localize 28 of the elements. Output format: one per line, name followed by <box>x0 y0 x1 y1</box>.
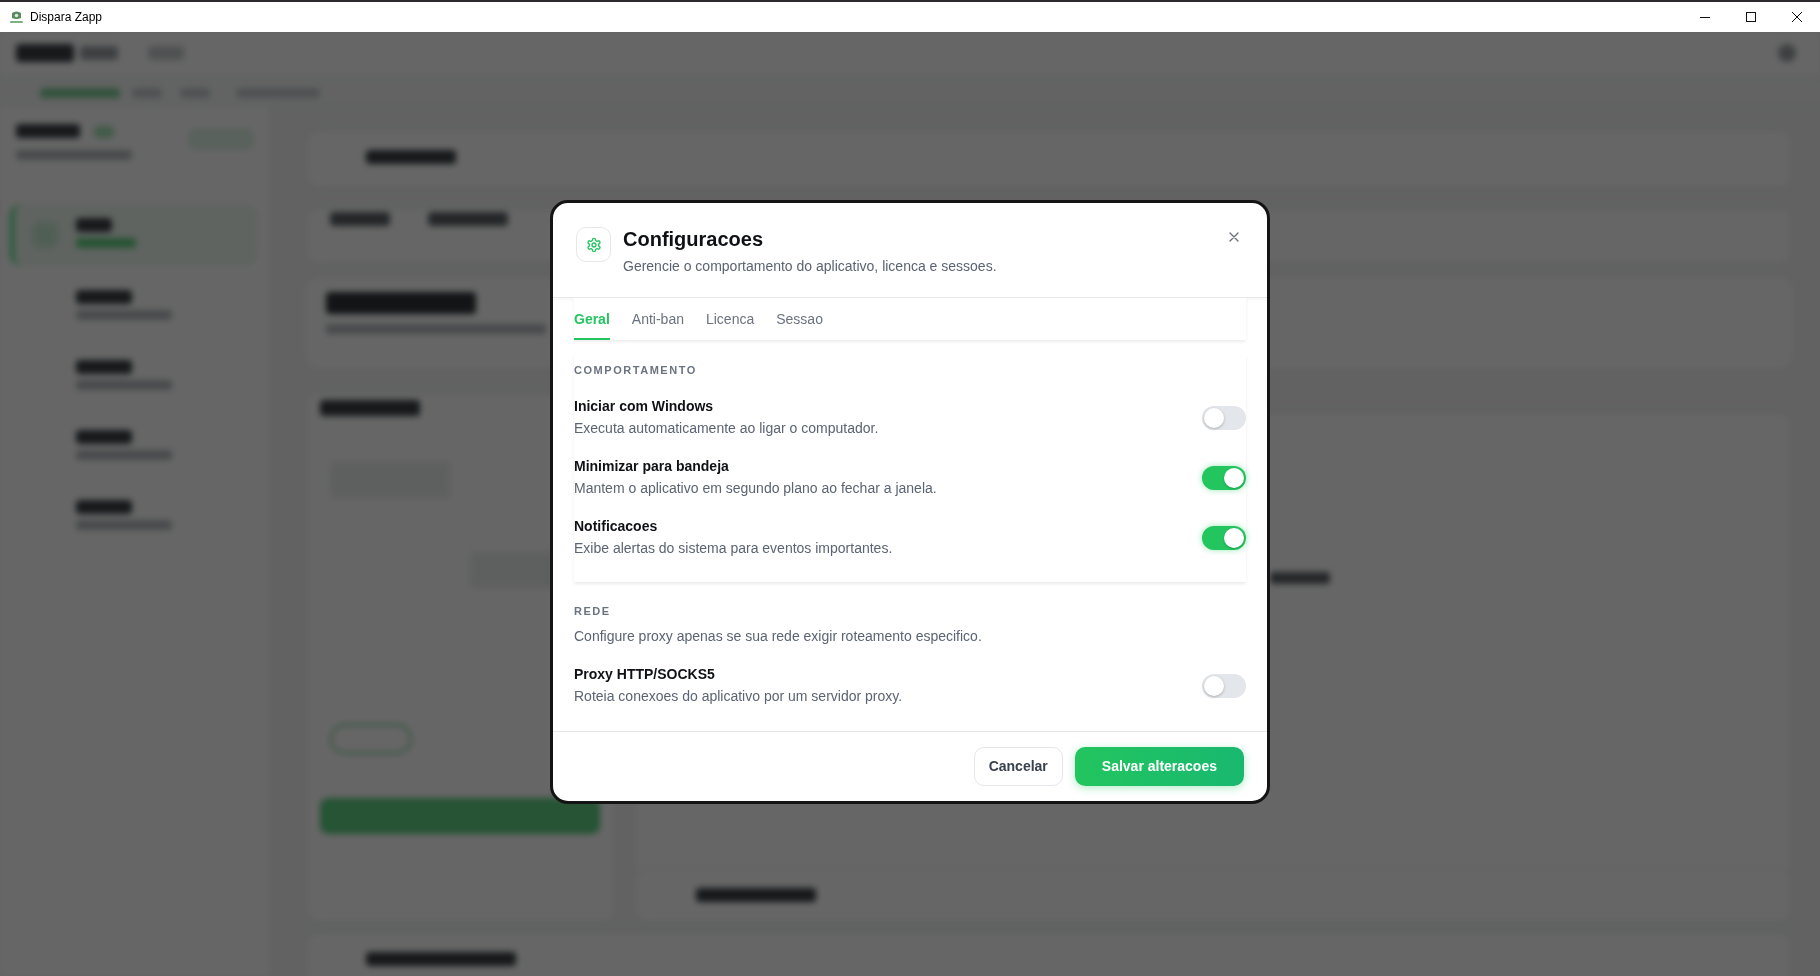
section-description: Configure proxy apenas se sua rede exigir roteamento especifico. <box>574 627 983 646</box>
cancel-button[interactable]: Cancelar <box>973 747 1063 786</box>
toggle-switch[interactable] <box>1202 525 1246 550</box>
toggle-switch[interactable] <box>1202 405 1246 430</box>
setting-description: Mantem o aplicativo em segundo plano ao fechar a janela. <box>574 479 937 498</box>
dialog-subtitle: Gerencie o comportamento do aplicativo, licenca e sessoes. <box>623 257 997 276</box>
section-heading: COMPORTAMENTO <box>574 363 698 377</box>
setting-title: Minimizar para bandeja <box>574 457 730 475</box>
section-heading: REDE <box>574 604 612 618</box>
setting-description: Executa automaticamente ao ligar o computador. <box>574 419 879 438</box>
gear-icon <box>576 227 611 262</box>
close-icon <box>1229 232 1239 242</box>
minimize-icon <box>1700 16 1710 18</box>
maximize-icon <box>1746 12 1756 22</box>
app-icon <box>10 11 23 23</box>
tab[interactable]: Anti-ban <box>631 298 684 340</box>
toggle-switch[interactable] <box>1202 465 1246 490</box>
setting-title: Iniciar com Windows <box>574 397 715 415</box>
setting-description: Roteia conexoes do aplicativo por um servidor proxy. <box>574 687 903 706</box>
window-title: Dispara Zapp <box>30 9 103 26</box>
tab[interactable]: Sessao <box>776 298 823 340</box>
setting-title: Proxy HTTP/SOCKS5 <box>574 665 716 683</box>
toggle-switch[interactable] <box>1202 673 1246 698</box>
dialog-title: Configuracoes <box>623 227 765 251</box>
setting-description: Exibe alertas do sistema para eventos importantes. <box>574 539 893 558</box>
close-icon <box>1792 12 1802 22</box>
tab[interactable]: Licenca <box>705 298 755 340</box>
setting-title: Notificacoes <box>574 517 659 535</box>
